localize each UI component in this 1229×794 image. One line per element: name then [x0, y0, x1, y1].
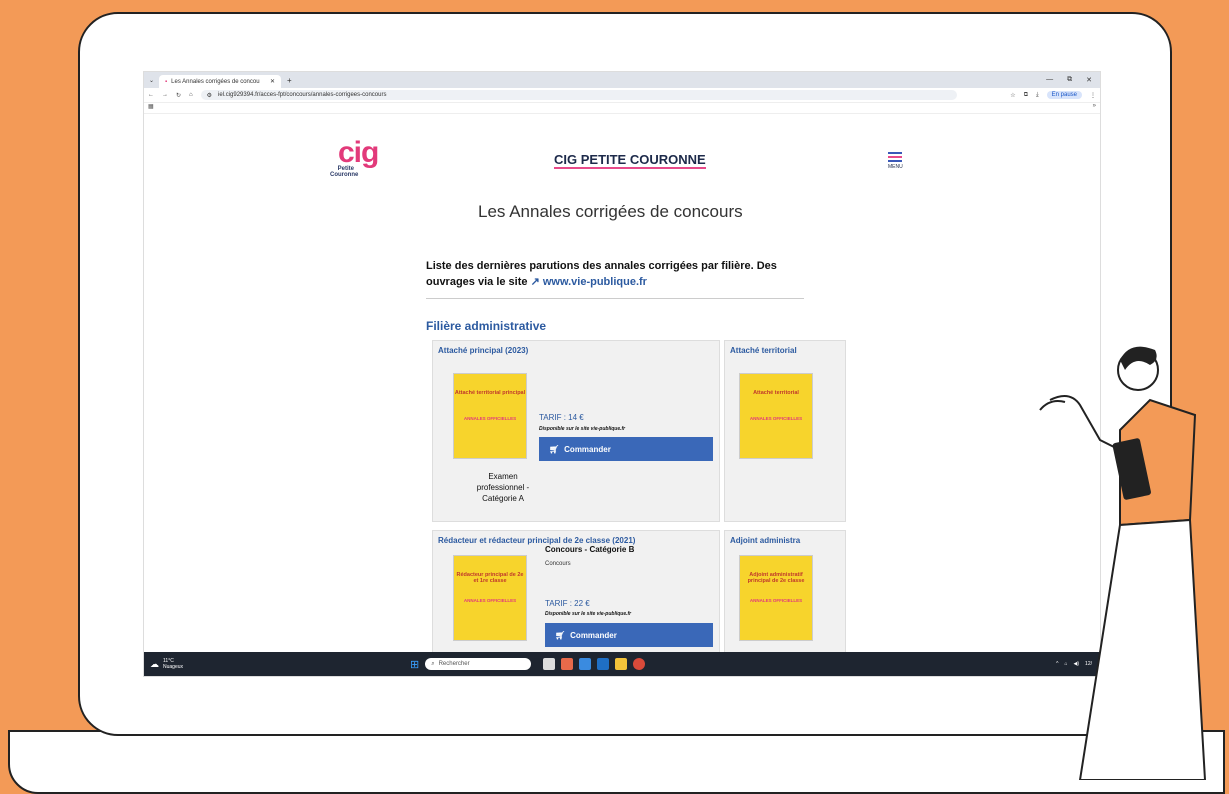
- download-icon[interactable]: ⤓: [1036, 92, 1039, 99]
- book-cover[interactable]: Adjoint administratif principal de 2e cl…: [739, 555, 813, 641]
- favicon-icon: ▪: [165, 78, 168, 85]
- cloud-icon: ☁: [150, 658, 159, 669]
- annale-card: Attaché territorial Attaché territorial …: [724, 340, 846, 522]
- availability: Disponible sur le site vie-publique.fr: [539, 426, 626, 432]
- logo-subtitle: Petite Couronne: [330, 166, 359, 178]
- cover-title: Adjoint administratif principal de 2e cl…: [747, 572, 805, 584]
- task-view-icon[interactable]: [543, 658, 556, 670]
- minimize-icon[interactable]: —: [1046, 76, 1053, 84]
- order-button-label: Commander: [564, 444, 611, 454]
- filiere-heading: Filière administrative: [426, 319, 547, 333]
- logo-text: cig: [338, 136, 379, 169]
- url-text: iel.cig929394.fr/acces-fpt/concours/anna…: [218, 92, 387, 98]
- windows-start-icon[interactable]: ⊞: [410, 658, 419, 671]
- outlook-icon[interactable]: [597, 658, 610, 670]
- chrome-icon[interactable]: [633, 658, 646, 670]
- price: TARIF : 14 €: [539, 413, 584, 422]
- weather-widget[interactable]: ☁ 11°C Nuageux: [144, 658, 410, 670]
- book-cover[interactable]: Rédacteur principal de 2e et 1re classe …: [453, 555, 527, 641]
- person-illustration: [1039, 346, 1207, 780]
- card-title[interactable]: Adjoint administra: [730, 536, 800, 545]
- new-tab-button[interactable]: +: [281, 76, 298, 85]
- close-tab-icon[interactable]: ✕: [270, 78, 275, 85]
- menu-button[interactable]: MENU: [888, 150, 903, 170]
- tab-menu-icon[interactable]: ⌄: [144, 77, 159, 84]
- cover-subtitle: ANNALES OFFICIELLES: [749, 416, 803, 421]
- photos-icon[interactable]: [561, 658, 574, 670]
- address-bar: ← → ↻ ⌂ ⚙ iel.cig929394.fr/acces-fpt/con…: [144, 88, 1100, 103]
- vie-publique-link[interactable]: www.vie-publique.fr: [543, 276, 647, 288]
- page-title: Les Annales corrigées de concours: [478, 202, 743, 221]
- cover-title: Attaché territorial principal: [454, 390, 526, 396]
- book-cover[interactable]: Attaché territorial principal ANNALES OF…: [453, 373, 527, 459]
- file-explorer-icon[interactable]: [615, 658, 628, 670]
- more-menu-icon[interactable]: ⋮: [1090, 92, 1096, 99]
- card-title[interactable]: Attaché principal (2023): [438, 346, 528, 355]
- card-caption: Examen professionnel - Catégorie A: [476, 472, 530, 503]
- availability: Disponible sur le site vie-publique.fr: [545, 611, 632, 617]
- web-page: cig Petite Couronne CIG PETITE COURONNE …: [144, 112, 1100, 652]
- home-icon[interactable]: ⌂: [189, 92, 193, 98]
- cover-subtitle: ANNALES OFFICIELLES: [463, 598, 517, 603]
- card-type: Concours: [545, 561, 571, 567]
- profile-pause-button[interactable]: En pause: [1046, 91, 1082, 99]
- cover-subtitle: ANNALES OFFICIELLES: [463, 416, 517, 421]
- mail-icon[interactable]: [579, 658, 592, 670]
- maximize-icon[interactable]: ⧉: [1067, 76, 1072, 84]
- windows-taskbar: ☁ 11°C Nuageux ⊞ ⌕ Rechercher ^ ⌂ ◀) 12/: [144, 652, 1100, 676]
- annale-card: Adjoint administra Adjoint administratif…: [724, 530, 846, 652]
- annale-card: Attaché principal (2023) Attaché territo…: [432, 340, 720, 522]
- intro-text: Liste des dernières parutions des annale…: [426, 258, 806, 290]
- close-window-icon[interactable]: ✕: [1086, 76, 1092, 84]
- annale-card: Rédacteur et rédacteur principal de 2e c…: [432, 530, 720, 652]
- divider: [426, 298, 804, 299]
- search-placeholder: Rechercher: [438, 661, 470, 667]
- card-title[interactable]: Rédacteur et rédacteur principal de 2e c…: [438, 536, 635, 545]
- cart-icon: 🛒︎: [555, 630, 566, 640]
- back-icon[interactable]: ←: [148, 92, 154, 98]
- order-button[interactable]: 🛒︎ Commander: [539, 437, 713, 461]
- hamburger-icon: [888, 152, 903, 162]
- cart-icon: 🛒︎: [549, 444, 560, 454]
- cig-logo[interactable]: cig Petite Couronne: [330, 136, 394, 188]
- extensions-icon[interactable]: ⧉: [1024, 92, 1028, 99]
- browser-tab[interactable]: ▪ Les Annales corrigées de concou ✕: [159, 75, 282, 88]
- site-title[interactable]: CIG PETITE COURONNE: [554, 152, 706, 169]
- site-info-icon[interactable]: ⚙: [207, 92, 212, 99]
- weather-desc: Nuageux: [163, 664, 184, 670]
- external-link-icon: ↗: [530, 276, 540, 288]
- browser-window: ⌄ ▪ Les Annales corrigées de concou ✕ + …: [144, 72, 1100, 676]
- reload-icon[interactable]: ↻: [176, 92, 181, 99]
- order-button-label: Commander: [570, 630, 617, 640]
- bookmark-star-icon[interactable]: ☆: [1010, 92, 1015, 99]
- order-button[interactable]: 🛒︎ Commander: [545, 623, 713, 647]
- forward-icon[interactable]: →: [162, 92, 168, 98]
- tab-title: Les Annales corrigées de concou: [171, 78, 260, 85]
- card-title[interactable]: Attaché territorial: [730, 346, 797, 355]
- cover-subtitle: ANNALES OFFICIELLES: [749, 598, 803, 603]
- cover-title: Rédacteur principal de 2e et 1re classe: [456, 572, 524, 584]
- menu-label: MENU: [888, 164, 903, 170]
- book-cover[interactable]: Attaché territorial ANNALES OFFICIELLES: [739, 373, 813, 459]
- cover-title: Attaché territorial: [753, 390, 799, 396]
- external-link[interactable]: ↗ www.vie-publique.fr: [531, 276, 647, 288]
- url-field[interactable]: ⚙ iel.cig929394.fr/acces-fpt/concours/an…: [200, 90, 957, 100]
- card-subtitle: Concours - Catégorie B: [545, 545, 635, 554]
- taskbar-search[interactable]: ⌕ Rechercher: [425, 658, 532, 670]
- search-icon: ⌕: [431, 660, 435, 667]
- tab-bar: ⌄ ▪ Les Annales corrigées de concou ✕ + …: [144, 72, 1100, 88]
- price: TARIF : 22 €: [545, 599, 590, 608]
